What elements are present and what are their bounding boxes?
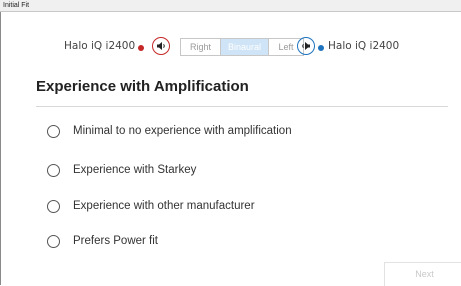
speaker-right-icon[interactable] [297, 37, 315, 55]
side-option-binaural[interactable]: Binaural [221, 39, 268, 55]
side-option-right[interactable]: Right [181, 39, 221, 55]
option-label: Prefers Power fit [73, 235, 158, 247]
device-selector-row: Halo iQ i2400 Right Binaural Left Halo i… [0, 34, 461, 60]
side-segmented-control: Right Binaural Left [180, 38, 304, 56]
option-label: Experience with Starkey [73, 164, 197, 176]
option-label: Experience with other manufacturer [73, 200, 255, 212]
left-device-name: Halo iQ i2400 [64, 40, 136, 52]
radio-button[interactable] [47, 163, 60, 177]
radio-button[interactable] [47, 124, 60, 138]
next-button[interactable]: Next [384, 262, 461, 286]
option-minimal-experience[interactable]: Minimal to no experience with amplificat… [47, 122, 292, 140]
radio-button[interactable] [47, 199, 60, 213]
radio-button[interactable] [47, 234, 60, 248]
speaker-left-icon[interactable] [152, 37, 170, 55]
section-title: Experience with Amplification [36, 78, 249, 95]
option-other-manufacturer[interactable]: Experience with other manufacturer [47, 197, 255, 215]
section-divider [36, 106, 448, 107]
option-label: Minimal to no experience with amplificat… [73, 125, 292, 137]
left-status-dot [138, 45, 144, 51]
option-power-fit[interactable]: Prefers Power fit [47, 232, 158, 250]
right-device-name: Halo iQ i2400 [328, 40, 400, 52]
option-starkey-experience[interactable]: Experience with Starkey [47, 161, 196, 179]
right-status-dot [318, 45, 324, 51]
window-title: Initial Fit [0, 0, 461, 12]
